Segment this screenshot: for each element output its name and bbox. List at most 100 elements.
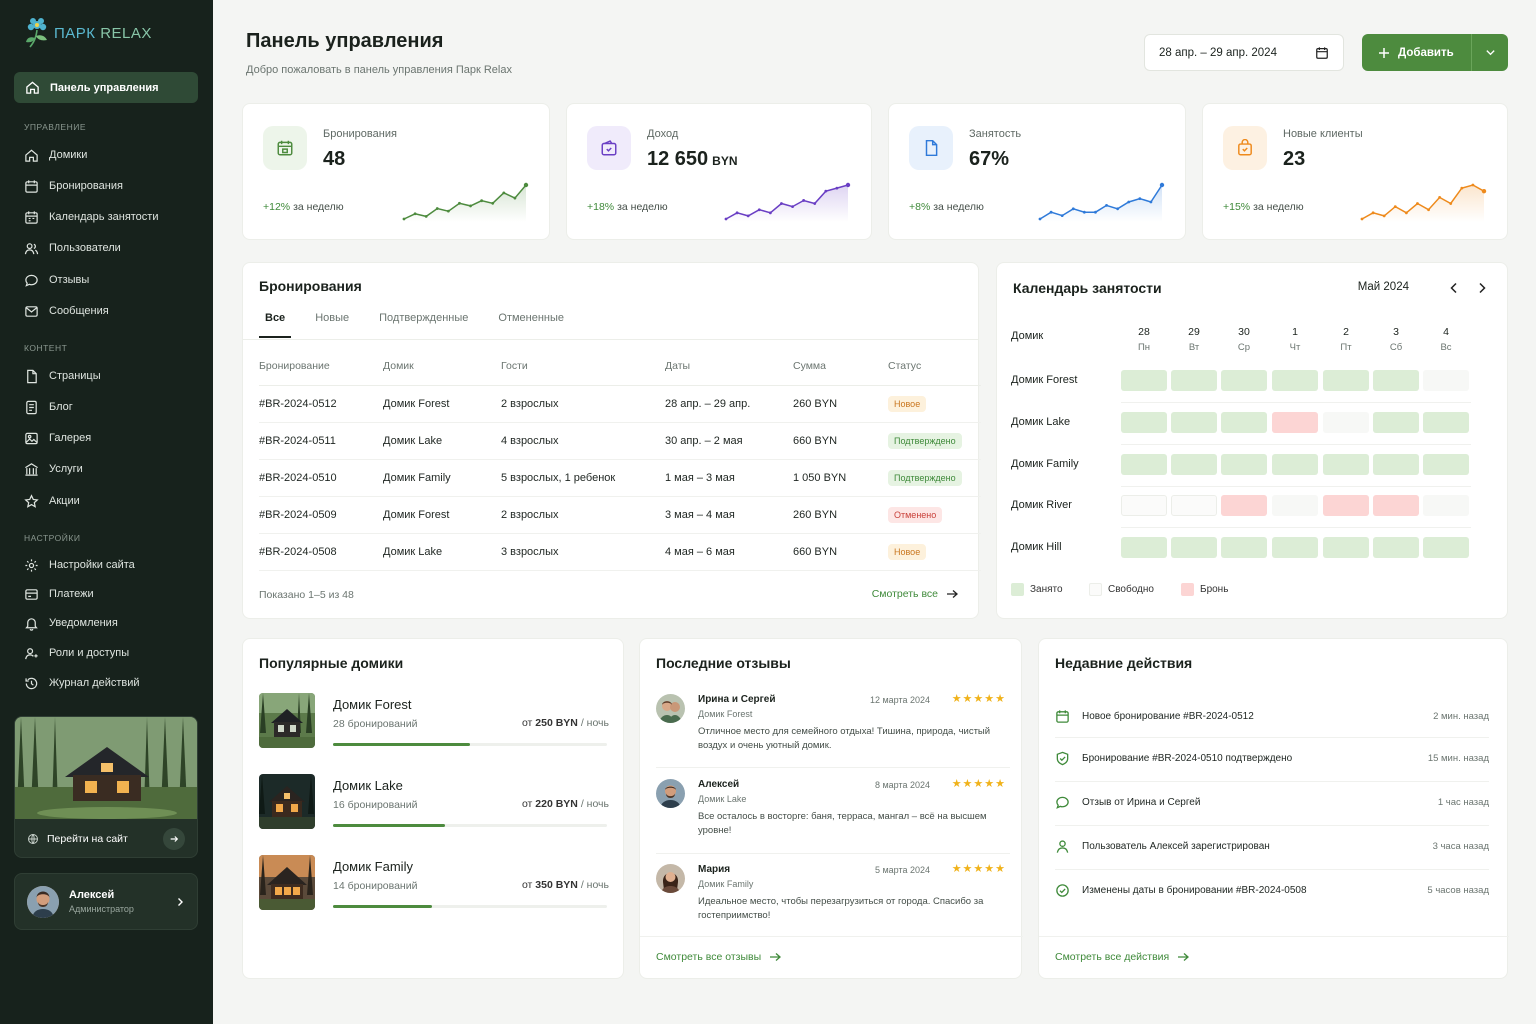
activity-item[interactable]: Изменены даты в бронировании #BR-2024-05… [1055, 880, 1489, 900]
nav-item-reviews[interactable]: Отзывы [24, 270, 89, 290]
chevron-right-icon[interactable] [175, 897, 185, 907]
calendar-cell[interactable] [1121, 412, 1167, 433]
calendar-icon [1316, 46, 1328, 59]
view-all-reviews-link[interactable]: Смотреть все отзывы [656, 951, 782, 963]
calendar-cell[interactable] [1423, 370, 1469, 391]
activity-item[interactable]: Отзыв от Ирина и Сергей 1 час назад [1055, 792, 1489, 812]
calendar-cell[interactable] [1272, 495, 1318, 516]
calendar-cell[interactable] [1323, 370, 1369, 391]
calendar-cell[interactable] [1121, 495, 1167, 516]
calendar-cell[interactable] [1171, 495, 1217, 516]
calendar-cell[interactable] [1423, 537, 1469, 558]
calendar-cell[interactable] [1121, 454, 1167, 475]
calendar-cell[interactable] [1373, 412, 1419, 433]
col-dates[interactable]: Даты [665, 347, 793, 386]
list-item[interactable]: Домик Forest 28 бронирований от 250 BYN … [259, 693, 609, 749]
col-house[interactable]: Домик [383, 347, 501, 386]
calendar-cell[interactable] [1272, 370, 1318, 391]
calendar-cell[interactable] [1171, 412, 1217, 433]
chevron-left-icon[interactable] [1449, 282, 1459, 294]
activity-item[interactable]: Новое бронирование #BR-2024-0512 2 мин. … [1055, 706, 1489, 726]
add-button[interactable]: Добавить [1362, 34, 1472, 71]
table-row[interactable]: #BR-2024-0511 Домик Lake 4 взрослых 30 апр.… [259, 422, 981, 460]
calendar-cell[interactable] [1221, 370, 1267, 391]
calendar-cell[interactable] [1423, 454, 1469, 475]
calendar-cell[interactable] [1171, 454, 1217, 475]
calendar-cell[interactable] [1423, 412, 1469, 433]
calendar-cell[interactable] [1323, 537, 1369, 558]
table-row[interactable]: #BR-2024-0508 Домик Lake 3 взрослых 4 мая –… [259, 533, 981, 571]
calendar-cell[interactable] [1272, 454, 1318, 475]
review-item[interactable]: Ирина и Сергей Домик Forest 12 марта 202… [656, 693, 1006, 758]
calendar-cell[interactable] [1171, 370, 1217, 391]
calendar-cell[interactable] [1373, 495, 1419, 516]
nav-item-roles[interactable]: Роли и доступы [24, 643, 129, 663]
calendar-cell[interactable] [1221, 495, 1267, 516]
calendar-cell[interactable] [1171, 537, 1217, 558]
activity-item[interactable]: Бронирование #BR-2024-0510 подтверждено … [1055, 748, 1489, 768]
tab-cancelled[interactable]: Отмененные [498, 305, 564, 338]
calendar-cell[interactable] [1423, 495, 1469, 516]
calendar-cell[interactable] [1272, 412, 1318, 433]
chat-icon [25, 274, 38, 287]
nav-item-label: Уведомления [49, 617, 118, 629]
calendar-cell[interactable] [1373, 370, 1419, 391]
external-arrow-icon[interactable] [163, 828, 185, 850]
list-item[interactable]: Домик Lake 16 бронирований от 220 BYN / … [259, 774, 609, 830]
activity-time: 5 часов назад [1427, 884, 1489, 896]
nav-item-users[interactable]: Пользователи [24, 238, 121, 258]
tab-all[interactable]: Все [259, 305, 292, 338]
col-status[interactable]: Статус [888, 347, 981, 386]
calendar-cell[interactable] [1221, 412, 1267, 433]
reviewer-name: Мария [698, 864, 731, 875]
visit-site-label: Перейти на сайт [47, 833, 128, 845]
divider [1039, 936, 1509, 937]
table-row[interactable]: #BR-2024-0512 Домик Forest 2 взрослых 28 ап… [259, 385, 981, 423]
nav-item-payments[interactable]: Платежи [24, 584, 94, 604]
date-range-picker[interactable]: 28 апр. – 29 апр. 2024 [1144, 34, 1344, 71]
nav-item-gallery[interactable]: Галерея [24, 428, 91, 448]
review-item[interactable]: Мария Домик Family 5 марта 2024 ★★★★★ Ид… [656, 863, 1006, 928]
brand-logo[interactable]: ПАРК RELAX [24, 16, 152, 50]
calendar-cell[interactable] [1272, 537, 1318, 558]
view-all-bookings-link[interactable]: Смотреть все [872, 588, 958, 600]
nav-item-notifications[interactable]: Уведомления [24, 613, 118, 633]
nav-item-services[interactable]: Услуги [24, 459, 83, 479]
nav-item-dashboard[interactable]: Панель управления [14, 72, 198, 103]
calendar-cell[interactable] [1373, 537, 1419, 558]
calendar-cell[interactable] [1221, 537, 1267, 558]
table-row[interactable]: #BR-2024-0510 Домик Family 5 взрослых, 1 р… [259, 459, 981, 497]
nav-item-pages[interactable]: Страницы [24, 366, 101, 386]
nav-item-houses[interactable]: Домики [24, 145, 87, 165]
nav-item-messages[interactable]: Сообщения [24, 301, 109, 321]
activity-item[interactable]: Пользователь Алексей зарегистрирован 3 ч… [1055, 836, 1489, 856]
calendar-cell[interactable] [1323, 412, 1369, 433]
add-dropdown-toggle[interactable] [1472, 47, 1508, 58]
calendar-cell[interactable] [1121, 537, 1167, 558]
nav-item-occupancy-calendar[interactable]: Календарь занятости [24, 207, 158, 227]
calendar-cell[interactable] [1221, 454, 1267, 475]
col-booking[interactable]: Бронирование [259, 347, 383, 386]
list-item[interactable]: Домик Family 14 бронирований от 350 BYN … [259, 855, 609, 911]
tab-confirmed[interactable]: Подтвержденные [379, 305, 468, 338]
nav-item-bookings[interactable]: Бронирования [24, 176, 123, 196]
table-row[interactable]: #BR-2024-0509 Домик Forest 2 взрослых 3 мая… [259, 496, 981, 534]
tab-new[interactable]: Новые [315, 305, 349, 338]
nav-item-activity-log[interactable]: Журнал действий [24, 673, 140, 693]
user-profile-card[interactable]: Алексей Администратор [14, 873, 198, 930]
calendar-cell[interactable] [1323, 495, 1369, 516]
view-all-activity-link[interactable]: Смотреть все действия [1055, 951, 1190, 963]
nav-item-site-settings[interactable]: Настройки сайта [24, 555, 135, 575]
nav-item-promotions[interactable]: Акции [24, 491, 80, 511]
visit-site-card[interactable]: Перейти на сайт [14, 716, 198, 858]
review-item[interactable]: Алексей Домик Lake 8 марта 2024 ★★★★★ Вс… [656, 778, 1006, 843]
visit-site-link[interactable]: Перейти на сайт [15, 819, 197, 857]
reviews-title: Последние отзывы [656, 655, 791, 671]
chevron-right-icon[interactable] [1477, 282, 1487, 294]
calendar-cell[interactable] [1323, 454, 1369, 475]
calendar-cell[interactable] [1373, 454, 1419, 475]
col-sum[interactable]: Сумма [793, 347, 888, 386]
calendar-cell[interactable] [1121, 370, 1167, 391]
col-guests[interactable]: Гости [501, 347, 665, 386]
nav-item-blog[interactable]: Блог [24, 397, 73, 417]
